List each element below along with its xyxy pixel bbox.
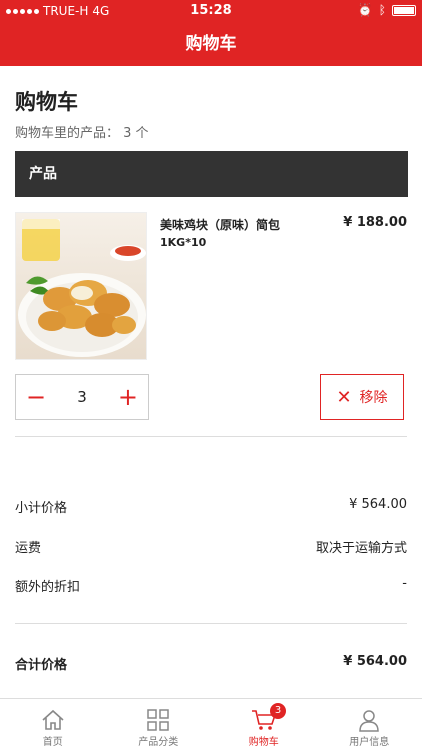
page-title: 购物车 [15,90,78,114]
home-icon [40,707,66,733]
quantity-value: 3 [77,388,87,406]
status-bar: TRUE-H 4G 15:28 ⏰ ᛒ [0,0,422,22]
total-label: 合计价格 [15,658,68,673]
remove-label: 移除 [359,390,388,406]
product-spec: 1KG*10 [160,236,207,249]
tab-bar: 首页 产品分类 3 购物车 用户信息 [0,698,422,750]
nuggets-illustration [18,219,146,357]
products-section-header: 产品 [15,151,408,197]
tab-categories[interactable]: 产品分类 [106,699,212,750]
product-name[interactable]: 美味鸡块（原味）简包 [160,216,340,233]
shipping-row: 运费 取决于运输方式 [15,537,407,556]
grid-icon [146,707,170,733]
discount-value: - [402,576,407,591]
shipping-label: 运费 [15,541,42,556]
tab-categories-label: 产品分类 [138,737,179,748]
close-icon: ✕ [336,386,352,408]
nav-title: 购物车 [185,34,237,54]
remove-button[interactable]: ✕ 移除 [320,374,404,420]
quantity-stepper: − 3 + [15,374,149,420]
battery-icon [392,4,416,16]
tab-user-label: 用户信息 [349,737,390,748]
total-value: ¥ 564.00 [343,654,407,669]
total-row: 合计价格 ¥ 564.00 [15,654,407,673]
divider [15,623,407,624]
discount-label: 额外的折扣 [15,580,81,595]
discount-row: 额外的折扣 - [15,576,407,595]
tab-cart-label: 购物车 [248,737,279,748]
divider [15,436,407,437]
shipping-value: 取决于运输方式 [315,541,407,556]
cart-count-value: 3 个 [123,126,149,141]
subtotal-value: ¥ 564.00 [349,497,407,512]
cart-content[interactable]: 购物车 购物车里的产品： 3 个 产品 美味鸡块（原味）简包 1KG*10 ¥ … [0,66,422,696]
product-image[interactable] [15,212,147,360]
product-price: ¥ 188.00 [343,215,407,230]
increase-button[interactable]: + [108,375,148,419]
tab-user[interactable]: 用户信息 [317,699,422,750]
tab-home[interactable]: 首页 [0,699,106,750]
subtotal-row: 小计价格 ¥ 564.00 [15,497,407,516]
nav-bar: 购物车 [0,22,422,66]
cart-count-label: 购物车里的产品： [15,126,120,141]
subtotal-label: 小计价格 [15,501,68,516]
status-right: ⏰ ᛒ [358,3,416,17]
bluetooth-icon: ᛒ [378,3,386,17]
tab-cart[interactable]: 3 购物车 [211,699,317,750]
cart-badge: 3 [270,703,287,719]
decrease-button[interactable]: − [16,375,56,419]
alarm-icon: ⏰ [357,3,373,17]
user-icon [357,707,381,733]
cart-count: 购物车里的产品： 3 个 [15,122,149,141]
tab-home-label: 首页 [42,737,63,748]
